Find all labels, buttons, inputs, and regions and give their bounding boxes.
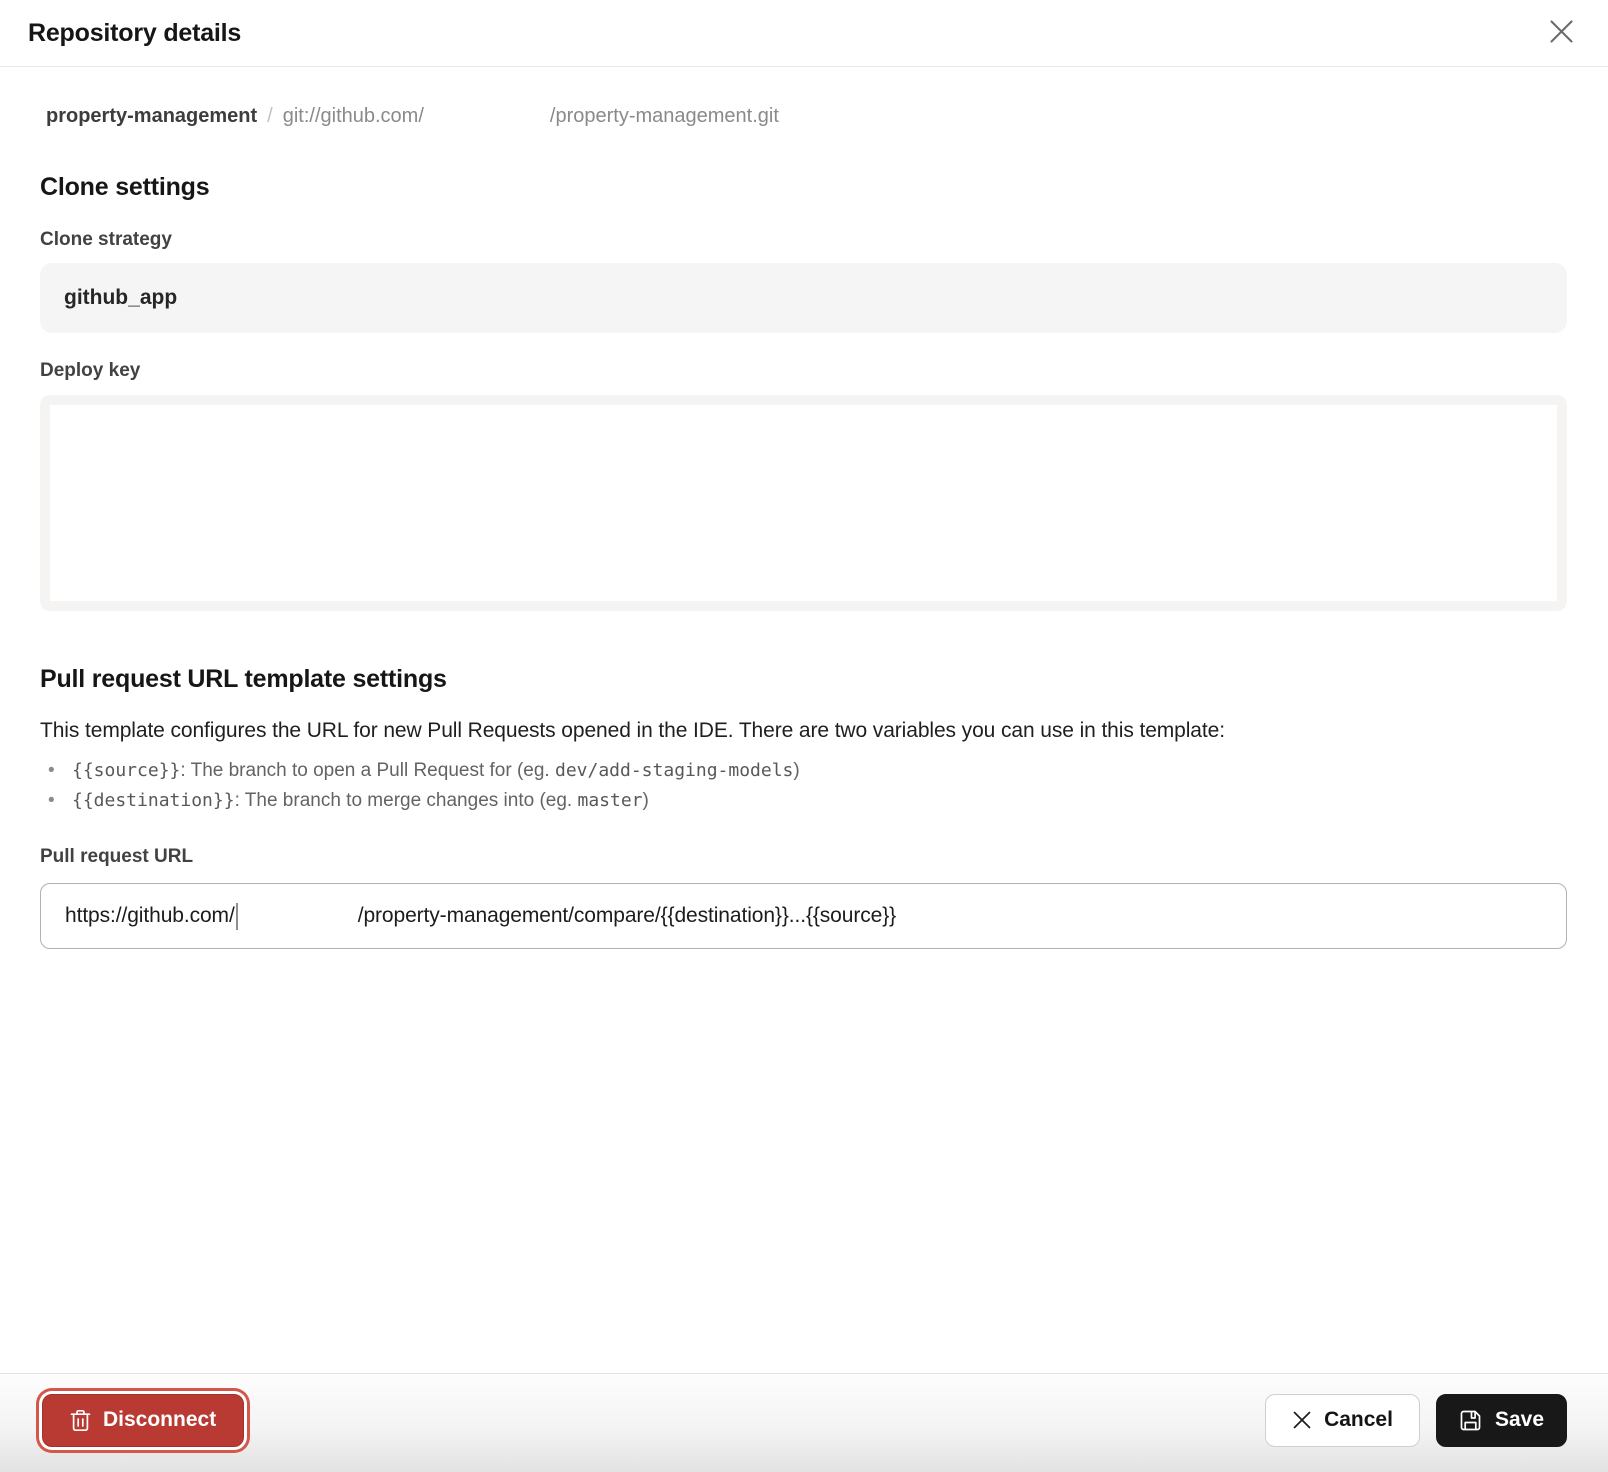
clone-strategy-field: github_app [40,263,1567,333]
destination-variable-text: : The branch to merge changes into (eg. [235,790,578,811]
disconnect-button-label: Disconnect [103,1408,216,1432]
pull-request-url-input[interactable]: https://github.com/ /property-management/… [40,883,1567,949]
modal-body: property-management / git://github.com/ … [0,105,1608,949]
clone-strategy-label: Clone strategy [40,229,1567,251]
pr-template-heading: Pull request URL template settings [40,665,1567,694]
pr-url-suffix: /property-management/compare/{{destinati… [358,904,896,928]
text-caret [236,903,238,930]
save-floppy-icon [1459,1409,1482,1432]
destination-variable-code: {{destination}} [72,790,235,811]
close-icon [1550,20,1573,46]
destination-variable-suffix: ) [643,790,649,811]
page-title: Repository details [28,19,241,48]
repository-details-modal: Repository details property-management /… [0,0,1608,1472]
source-variable-code: {{source}} [72,760,180,781]
modal-footer: Disconnect Cancel Save [0,1373,1608,1472]
pull-request-url-label: Pull request URL [40,846,1567,868]
disconnect-button[interactable]: Disconnect [42,1394,244,1447]
list-item-destination-variable: {{destination}}: The branch to merge cha… [40,786,1567,816]
trash-icon [70,1409,91,1432]
source-variable-suffix: ) [793,760,799,781]
destination-variable-example: master [577,790,642,811]
pr-template-variables-list: {{source}}: The branch to open a Pull Re… [40,756,1567,816]
breadcrumb: property-management / git://github.com/ … [46,105,1567,128]
close-icon [1292,1410,1312,1430]
remote-url-suffix: /property-management.git [550,105,779,128]
remote-url-prefix: git://github.com/ [283,105,424,128]
deploy-key-field-wrapper [40,395,1567,611]
list-item-source-variable: {{source}}: The branch to open a Pull Re… [40,756,1567,786]
deploy-key-textarea[interactable] [50,405,1557,601]
save-button[interactable]: Save [1436,1394,1567,1447]
breadcrumb-repo-name: property-management [46,105,257,128]
pr-template-description: This template configures the URL for new… [40,719,1567,743]
clone-settings-heading: Clone settings [40,173,1567,202]
clone-strategy-value: github_app [64,286,177,310]
deploy-key-label: Deploy key [40,360,1567,382]
cancel-button-label: Cancel [1324,1408,1393,1432]
modal-header: Repository details [0,0,1608,67]
source-variable-example: dev/add-staging-models [555,760,793,781]
breadcrumb-separator: / [267,105,273,128]
source-variable-text: : The branch to open a Pull Request for … [180,760,555,781]
close-button[interactable] [1545,17,1577,49]
cancel-button[interactable]: Cancel [1265,1394,1420,1447]
save-button-label: Save [1495,1408,1544,1432]
pr-url-prefix: https://github.com/ [65,904,235,928]
